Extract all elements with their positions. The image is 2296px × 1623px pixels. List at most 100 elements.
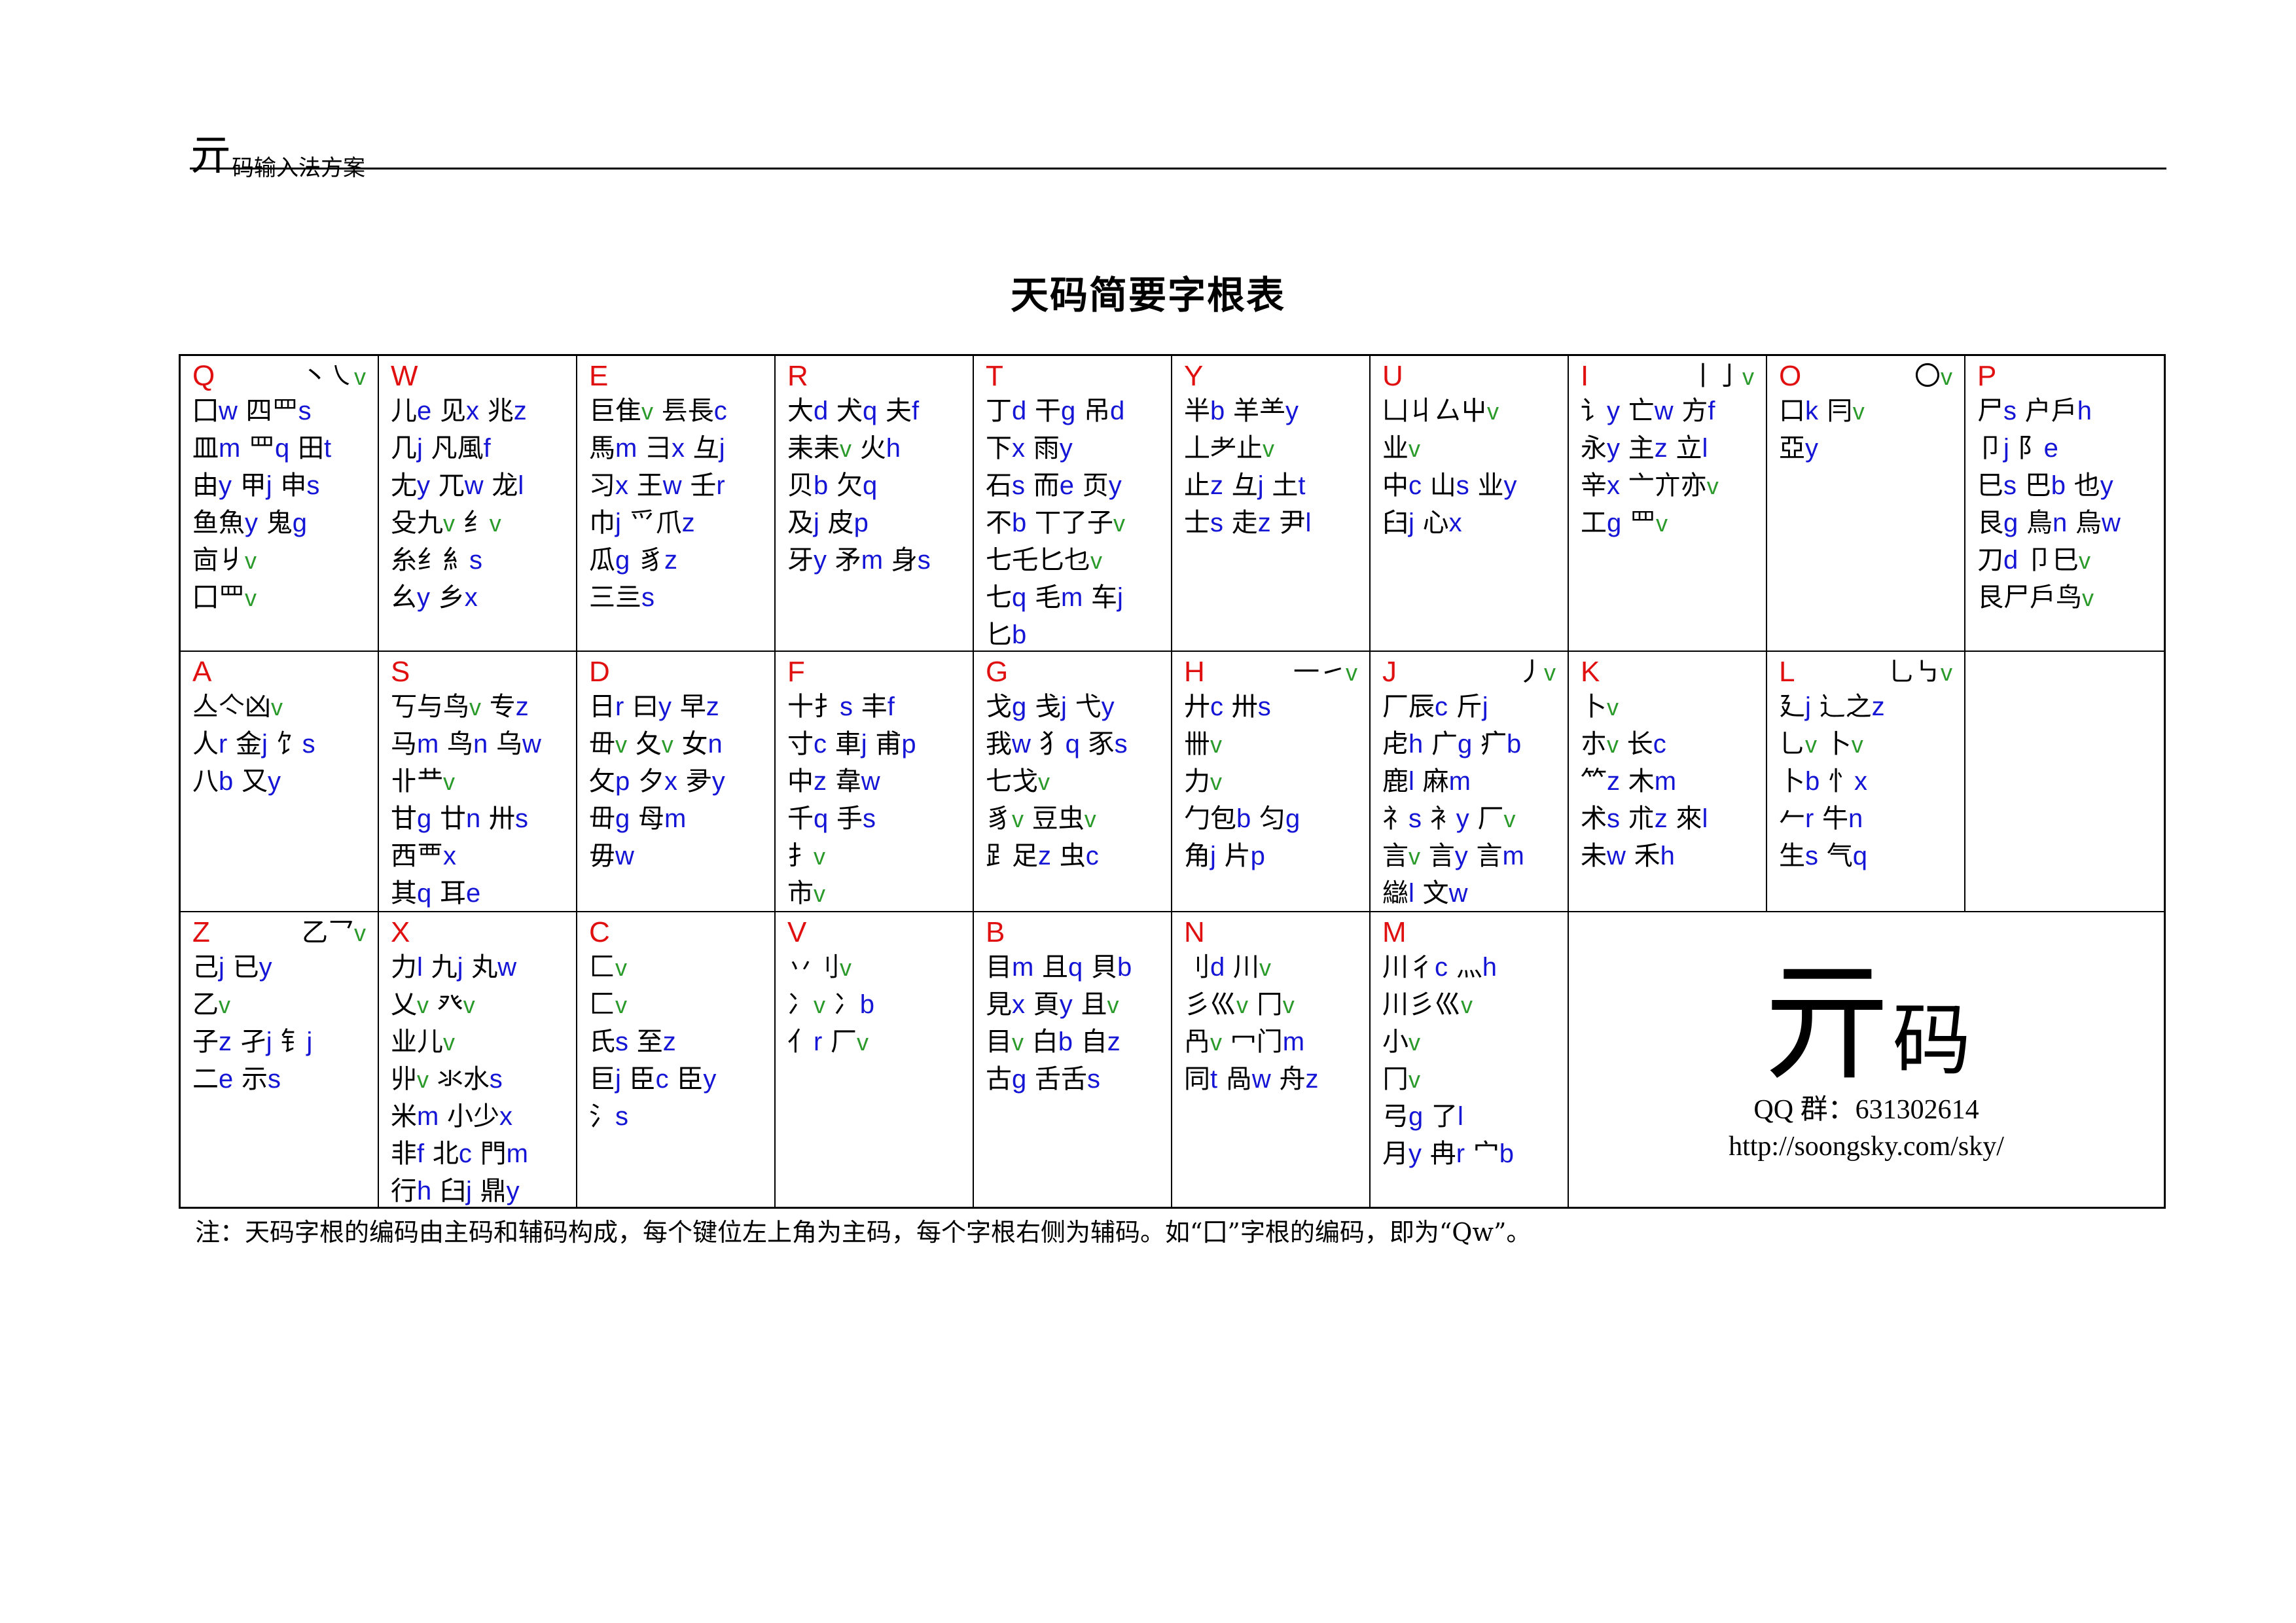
root-glyph: 毛: [1034, 582, 1061, 613]
main-key: U: [1382, 360, 1403, 392]
aux-code: w: [522, 730, 541, 758]
root-glyph: 匀: [1259, 804, 1285, 834]
aux-code: f: [417, 1139, 425, 1168]
root-glyph: 毌: [589, 804, 615, 834]
cell-header: W: [391, 360, 576, 393]
aux-code: v: [1408, 435, 1420, 462]
root-line: 匕b: [986, 616, 1171, 651]
root-line: 二e 示s: [192, 1061, 378, 1098]
root-glyph: 㐭𠂈: [192, 545, 245, 575]
root-line: ⺮z 木m: [1581, 763, 1766, 800]
aux-code: v: [443, 1029, 455, 1056]
main-key: P: [1977, 360, 1997, 392]
root-glyph: 日: [589, 692, 615, 722]
aux-code: v: [2078, 547, 2090, 574]
aux-code: s: [2003, 397, 2017, 425]
aux-code: v: [840, 954, 852, 981]
aux-code: e: [417, 397, 432, 425]
aux-code: w: [615, 842, 634, 870]
root-glyph: 吊: [1083, 396, 1110, 426]
main-key: H: [1184, 656, 1205, 688]
root-glyph: 米: [391, 1101, 417, 1132]
root-glyph: 乂: [391, 990, 417, 1020]
root-glyph: 石: [986, 471, 1012, 501]
root-glyph: 壬: [690, 471, 717, 501]
aux-code: m: [664, 804, 687, 833]
aux-code: g: [1060, 397, 1076, 425]
aux-code: v: [443, 768, 455, 795]
root-glyph: 北: [432, 1139, 459, 1169]
root-glyph: 白: [1031, 1027, 1058, 1057]
cell-header: F: [787, 656, 973, 688]
aux-code: v: [1210, 768, 1222, 795]
aux-code: z: [1871, 692, 1885, 721]
root-glyph: 匚: [589, 990, 615, 1020]
aux-code: d: [1210, 953, 1225, 982]
main-key: B: [986, 916, 1005, 948]
key-cell-e: E 巨隹v 镸長c 馬m 彐x 彑j 习x 王w 壬r 巾j 爫爪z 瓜g 豸z 三亖s: [577, 356, 776, 652]
aux-code: v: [354, 919, 366, 946]
aux-code: g: [615, 804, 630, 833]
key-cell-k: K 卜v 朩v 长c ⺮z 木m 术s 朮z 來l 未w 禾h: [1569, 652, 1767, 912]
header-text: 码输入法方案: [232, 155, 365, 181]
aux-code: q: [1065, 730, 1080, 758]
main-key: A: [192, 656, 212, 688]
root-glyph: 寸: [787, 729, 814, 759]
root-line: 廾c 卅s: [1184, 688, 1369, 726]
root-line: 䜌l 文w: [1382, 875, 1568, 911]
root-line: 朩v 长c: [1581, 726, 1766, 763]
aux-code: g: [615, 546, 630, 575]
main-key: O: [1779, 360, 1802, 392]
root-line: 止z 彑j 土t: [1184, 467, 1369, 505]
root-glyph: 龙: [492, 471, 518, 501]
root-glyph: 卜: [1779, 766, 1805, 796]
aux-code: h: [886, 434, 901, 463]
aux-code: j: [219, 953, 224, 982]
aux-code: p: [853, 508, 869, 537]
root-glyph: 了: [1431, 1101, 1458, 1132]
root-line: 厂辰c 斤j: [1382, 688, 1568, 726]
root-glyph: 行: [391, 1176, 417, 1206]
aux-code: q: [275, 434, 290, 463]
root-glyph: 冃: [1826, 396, 1853, 426]
root-glyph: 未: [1581, 841, 1607, 871]
aux-code: s: [469, 546, 482, 575]
root-glyph: 艮尸戶鸟: [1977, 582, 2082, 613]
aux-code: s: [917, 546, 931, 575]
root-line: 虍h 广g 疒b: [1382, 726, 1568, 763]
aux-code: r: [615, 692, 624, 721]
main-key: E: [589, 360, 609, 392]
cell-header: A: [192, 656, 378, 688]
aux-code: b: [1236, 804, 1251, 833]
cell-header: K: [1581, 656, 1766, 688]
root-line: 川彳c 灬h: [1382, 949, 1568, 986]
root-glyph: 丱: [391, 1064, 417, 1094]
main-key: V: [787, 916, 807, 948]
aux-code: j: [1805, 692, 1811, 721]
aux-code: h: [1482, 953, 1497, 982]
root-glyph: 疒: [1480, 729, 1507, 759]
root-glyph: 丶㇏: [302, 361, 354, 391]
site-url[interactable]: http://soongsky.com/sky/: [1729, 1128, 2004, 1165]
root-glyph: 力: [1184, 766, 1210, 796]
root-glyph: 言: [1476, 841, 1503, 871]
root-glyph: 氵: [589, 1101, 615, 1132]
root-glyph: 业: [1382, 433, 1408, 463]
aux-code: j: [266, 471, 272, 500]
aux-code: s: [615, 1102, 628, 1131]
root-line: 囗罒v: [192, 579, 378, 616]
aux-code: l: [1702, 804, 1708, 833]
root-glyph: 力: [391, 952, 417, 982]
root-line: 戈g 戋j 弋y: [986, 688, 1171, 726]
root-line: 目m 且q 貝b: [986, 949, 1171, 986]
root-line: 卜v: [1581, 688, 1766, 726]
cell-header: J 丿v: [1382, 656, 1568, 688]
root-line: 毌v 夂v 女n: [589, 726, 774, 763]
root-glyph: 贝: [787, 471, 814, 501]
root-glyph: 尹: [1279, 508, 1306, 538]
aux-code: y: [1503, 471, 1517, 500]
root-glyph: 丄耂止: [1184, 433, 1263, 463]
aux-code: f: [887, 692, 895, 721]
root-glyph: 饣: [276, 729, 302, 759]
header-root: 丶㇏v: [302, 360, 366, 393]
